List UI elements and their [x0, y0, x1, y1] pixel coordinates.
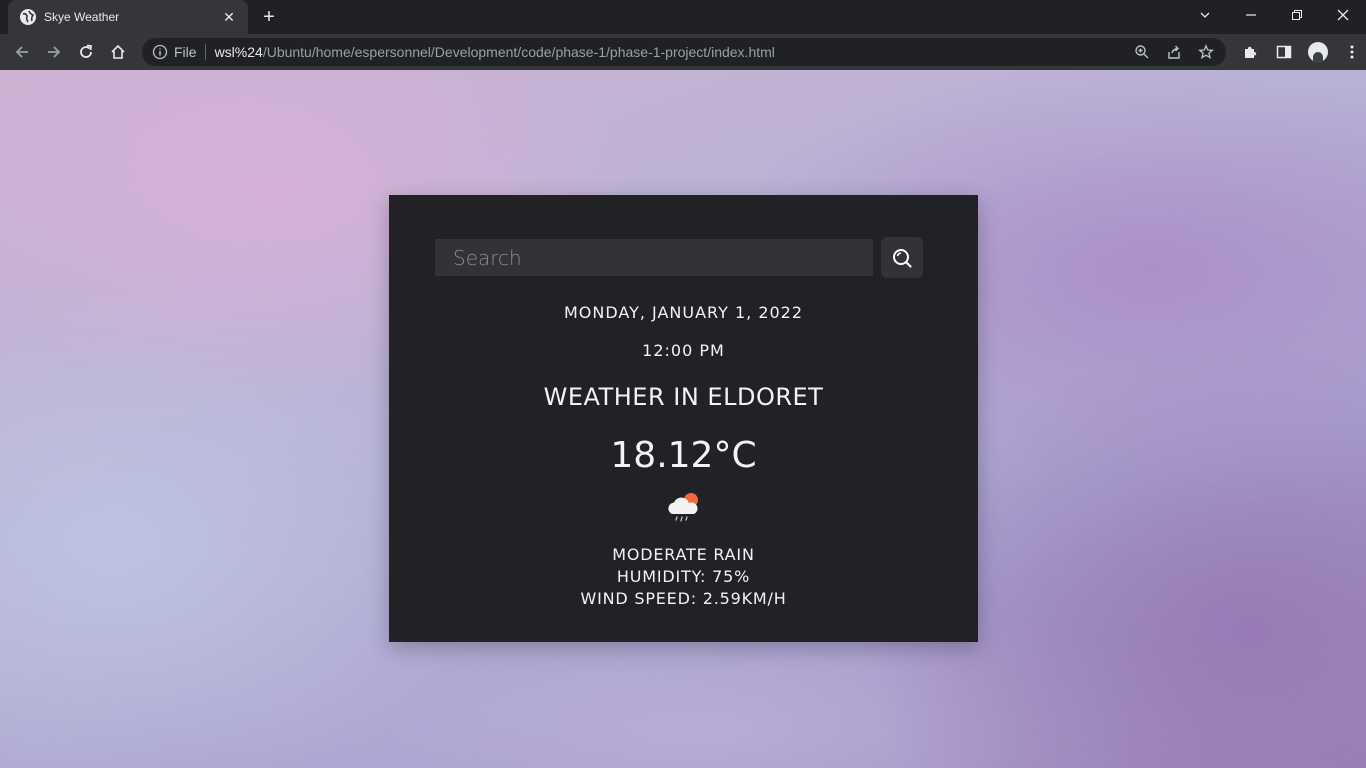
tab-title: Skye Weather — [44, 10, 120, 24]
close-window-icon[interactable] — [1320, 0, 1366, 30]
back-arrow-icon[interactable] — [6, 36, 38, 68]
tab-strip: Skye Weather ✕ + — [0, 0, 1366, 34]
browser-tab[interactable]: Skye Weather ✕ — [8, 0, 248, 34]
forward-arrow-icon[interactable] — [38, 36, 70, 68]
url-text[interactable]: wsl%24/Ubuntu/home/espersonnel/Developme… — [215, 44, 775, 60]
star-icon[interactable] — [1194, 40, 1218, 64]
profile-avatar[interactable] — [1302, 36, 1334, 68]
address-separator — [204, 44, 206, 60]
search-bar — [435, 237, 923, 278]
browser-toolbar: File wsl%24/Ubuntu/home/espersonnel/Deve… — [0, 34, 1366, 70]
reload-icon[interactable] — [70, 36, 102, 68]
minimize-icon[interactable] — [1228, 0, 1274, 30]
weather-card: MONDAY, JANUARY 1, 2022 12:00 PM WEATHER… — [389, 195, 978, 642]
wind-speed: WIND SPEED: 2.59KM/H — [580, 589, 787, 608]
close-tab-icon[interactable]: ✕ — [220, 8, 238, 26]
search-icon — [893, 248, 912, 268]
restore-icon[interactable] — [1274, 0, 1320, 30]
current-time: 12:00 PM — [642, 341, 725, 360]
puzzle-icon[interactable] — [1234, 36, 1266, 68]
file-scheme-label: File — [174, 44, 197, 60]
address-bar[interactable]: File wsl%24/Ubuntu/home/espersonnel/Deve… — [142, 38, 1226, 66]
side-panel-icon[interactable] — [1268, 36, 1300, 68]
url-host: wsl%24 — [214, 44, 263, 60]
tab-search-icon[interactable] — [1182, 0, 1228, 30]
search-input[interactable] — [435, 239, 873, 276]
search-button[interactable] — [881, 237, 923, 278]
avatar — [1308, 42, 1328, 62]
new-tab-button[interactable]: + — [256, 5, 282, 29]
share-icon[interactable] — [1162, 40, 1186, 64]
omnibox-actions — [1130, 38, 1218, 66]
zoom-icon[interactable] — [1130, 40, 1154, 64]
humidity: HUMIDITY: 75% — [616, 567, 751, 586]
globe-icon — [20, 9, 36, 25]
page-viewport: MONDAY, JANUARY 1, 2022 12:00 PM WEATHER… — [0, 70, 1366, 768]
home-icon[interactable] — [102, 36, 134, 68]
temperature: 18.12°C — [610, 435, 757, 476]
weather-description: MODERATE RAIN — [612, 545, 755, 564]
rain-cloud-icon — [664, 490, 704, 524]
current-date: MONDAY, JANUARY 1, 2022 — [563, 303, 804, 322]
extension-area — [1234, 34, 1366, 70]
city-heading: WEATHER IN ELDORET — [543, 383, 824, 411]
url-path: /Ubuntu/home/espersonnel/Development/cod… — [262, 44, 775, 60]
kebab-menu-icon[interactable] — [1336, 36, 1366, 68]
info-icon[interactable] — [152, 44, 168, 60]
